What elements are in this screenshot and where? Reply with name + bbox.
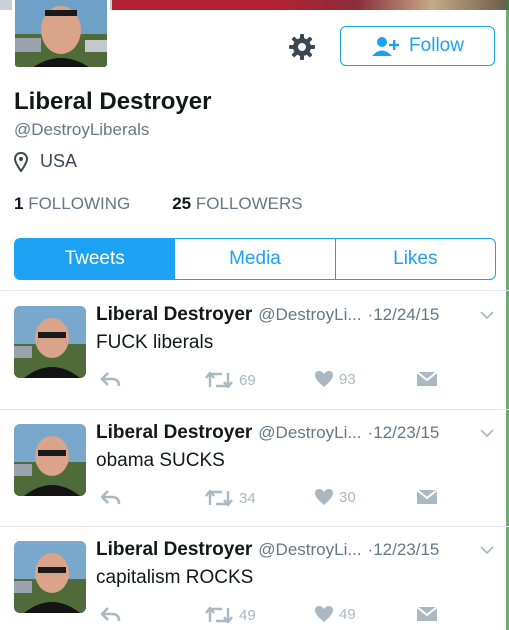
- followers-label: FOLLOWERS: [195, 194, 303, 213]
- tweet-item[interactable]: Liberal Destroyer @DestroyLi... ·12/23/1…: [0, 410, 509, 527]
- tweet-actions: 69 93: [100, 370, 460, 394]
- tweet-item[interactable]: Liberal Destroyer @DestroyLi... ·12/23/1…: [0, 527, 509, 630]
- tweet-date[interactable]: ·12/24/15: [368, 305, 440, 325]
- heart-icon: [315, 371, 333, 387]
- following-count: 1: [14, 194, 24, 213]
- following-label: FOLLOWING: [28, 194, 131, 213]
- tweet-item[interactable]: Liberal Destroyer @DestroyLi... ·12/24/1…: [0, 292, 509, 409]
- tweet-author-name[interactable]: Liberal Destroyer: [96, 539, 252, 561]
- add-user-icon: [372, 37, 400, 56]
- like-count: 30: [339, 488, 356, 506]
- tweet-author-name[interactable]: Liberal Destroyer: [96, 422, 252, 444]
- profile-handle: @DestroyLiberals: [14, 120, 150, 139]
- retweet-count: 34: [239, 489, 256, 507]
- like-button[interactable]: 49: [314, 605, 356, 623]
- reply-button[interactable]: [100, 605, 122, 623]
- tweet-avatar[interactable]: [14, 424, 86, 496]
- direct-message-icon: [416, 606, 438, 621]
- heart-icon: [315, 489, 333, 505]
- chevron-down-icon[interactable]: [480, 428, 494, 438]
- location-pin-icon: [14, 151, 28, 172]
- tab-likes[interactable]: Likes: [336, 239, 495, 279]
- tab-tweets[interactable]: Tweets: [15, 239, 176, 279]
- reply-button[interactable]: [100, 370, 122, 388]
- tweet-header: Liberal Destroyer @DestroyLi... ·12/24/1…: [96, 304, 500, 326]
- gear-icon[interactable]: [287, 32, 317, 62]
- tweet-text: obama SUCKS: [96, 450, 225, 471]
- tab-media[interactable]: Media: [175, 239, 336, 279]
- retweet-button[interactable]: 34: [204, 488, 256, 508]
- profile-avatar[interactable]: [12, 0, 110, 70]
- tweet-author-name[interactable]: Liberal Destroyer: [96, 304, 252, 326]
- like-count: 93: [339, 370, 356, 388]
- follow-label: Follow: [409, 35, 464, 56]
- follow-button[interactable]: Follow: [340, 26, 495, 66]
- chevron-down-icon[interactable]: [480, 545, 494, 555]
- tweet-header: Liberal Destroyer @DestroyLi... ·12/23/1…: [96, 422, 500, 444]
- tweet-text: capitalism ROCKS: [96, 567, 254, 588]
- reply-icon: [100, 490, 121, 505]
- retweet-icon: [205, 489, 233, 507]
- followers-stat[interactable]: 25 FOLLOWERS: [172, 194, 302, 214]
- dm-button[interactable]: [416, 370, 438, 388]
- divider: [0, 290, 509, 291]
- retweet-icon: [205, 606, 233, 624]
- tweet-date[interactable]: ·12/23/15: [368, 540, 440, 560]
- location-text: USA: [40, 151, 78, 171]
- tweet-header: Liberal Destroyer @DestroyLi... ·12/23/1…: [96, 539, 500, 561]
- heart-icon: [315, 606, 333, 622]
- reply-icon: [100, 372, 121, 387]
- chevron-down-icon[interactable]: [480, 310, 494, 320]
- retweet-icon: [205, 371, 233, 389]
- profile-tabs: Tweets Media Likes: [14, 238, 496, 280]
- tweet-avatar[interactable]: [14, 541, 86, 613]
- reply-icon: [100, 607, 121, 622]
- retweet-count: 69: [239, 371, 256, 389]
- profile-stats: 1 FOLLOWING 25 FOLLOWERS: [14, 194, 303, 214]
- dm-button[interactable]: [416, 488, 438, 506]
- like-count: 49: [339, 605, 356, 623]
- reply-button[interactable]: [100, 488, 122, 506]
- tweet-date[interactable]: ·12/23/15: [368, 423, 440, 443]
- tweet-actions: 49 49: [100, 605, 460, 629]
- tweet-author-handle[interactable]: @DestroyLi...: [258, 540, 361, 560]
- direct-message-icon: [416, 371, 438, 386]
- profile-name: Liberal Destroyer: [14, 88, 212, 115]
- tweet-author-handle[interactable]: @DestroyLi...: [258, 423, 361, 443]
- following-stat[interactable]: 1 FOLLOWING: [14, 194, 130, 214]
- dm-button[interactable]: [416, 605, 438, 623]
- direct-message-icon: [416, 489, 438, 504]
- followers-count: 25: [172, 194, 192, 213]
- tweet-author-handle[interactable]: @DestroyLi...: [258, 305, 361, 325]
- like-button[interactable]: 93: [314, 370, 356, 388]
- retweet-button[interactable]: 49: [204, 605, 256, 625]
- tweet-avatar[interactable]: [14, 306, 86, 378]
- like-button[interactable]: 30: [314, 488, 356, 506]
- tweet-actions: 34 30: [100, 488, 460, 512]
- profile-location: USA: [14, 151, 77, 172]
- retweet-button[interactable]: 69: [204, 370, 256, 390]
- tweet-text: FUCK liberals: [96, 332, 214, 353]
- retweet-count: 49: [239, 606, 256, 624]
